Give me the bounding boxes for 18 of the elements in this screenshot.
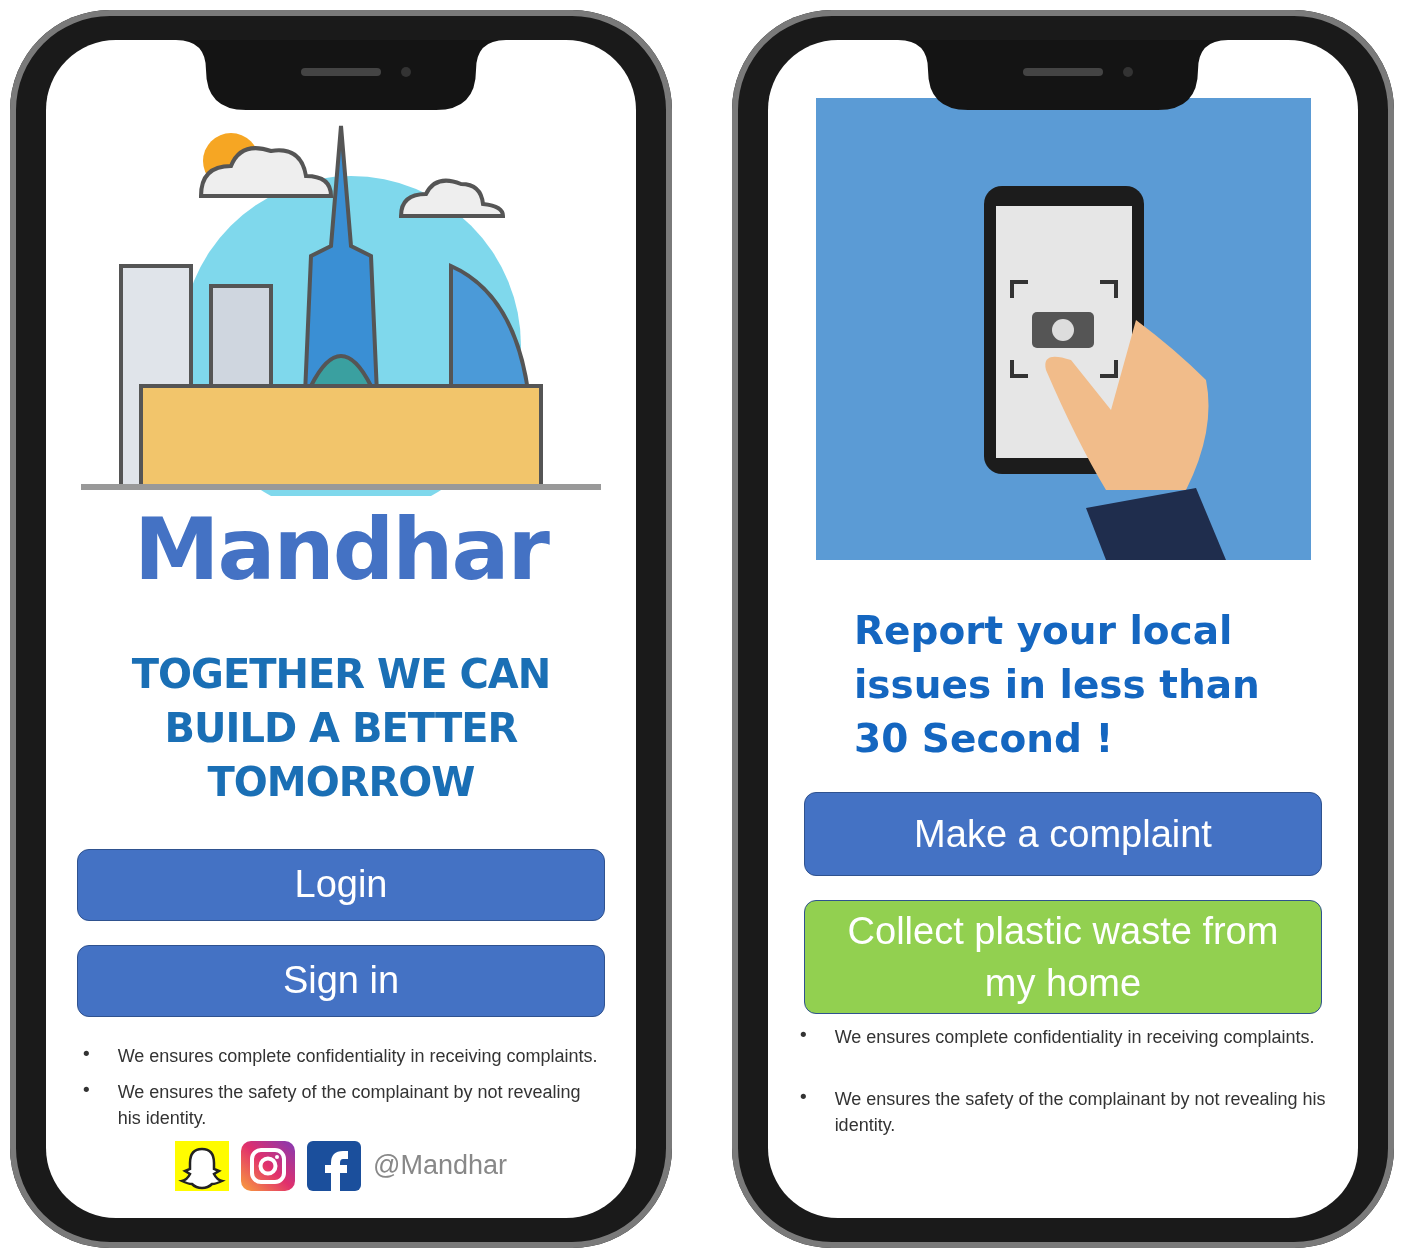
social-handle: @Mandhar xyxy=(373,1150,507,1182)
camera-icon[interactable] xyxy=(241,1140,295,1191)
bullet: • xyxy=(798,1086,809,1109)
note-text: We ensures complete confidentiality in receiving complaints. xyxy=(834,1026,1315,1049)
bullet: • xyxy=(798,1024,809,1047)
action-button[interactable]: Sign in xyxy=(77,944,605,1017)
ghost-icon[interactable] xyxy=(175,1140,229,1191)
note-text: We ensures the safety of the complainant by not revealing his identity. xyxy=(117,1080,582,1130)
f-logo-icon[interactable] xyxy=(307,1140,361,1191)
app-title: Mandhar xyxy=(133,502,549,597)
tagline: TOGETHER WE CAN BUILD A BETTER TOMORROW xyxy=(130,649,552,807)
action-button[interactable]: Make a complaint xyxy=(804,792,1322,876)
bullet: • xyxy=(81,1042,92,1066)
action-button[interactable]: Login xyxy=(77,848,605,921)
note-text: We ensures complete confidentiality in receiving complaints. xyxy=(117,1044,598,1068)
report-heading: Report your local issues in less than 30 Second ! xyxy=(854,607,1261,763)
note-text: We ensures the safety of the complainant by not revealing his identity. xyxy=(834,1088,1327,1137)
bullet: • xyxy=(81,1078,92,1102)
